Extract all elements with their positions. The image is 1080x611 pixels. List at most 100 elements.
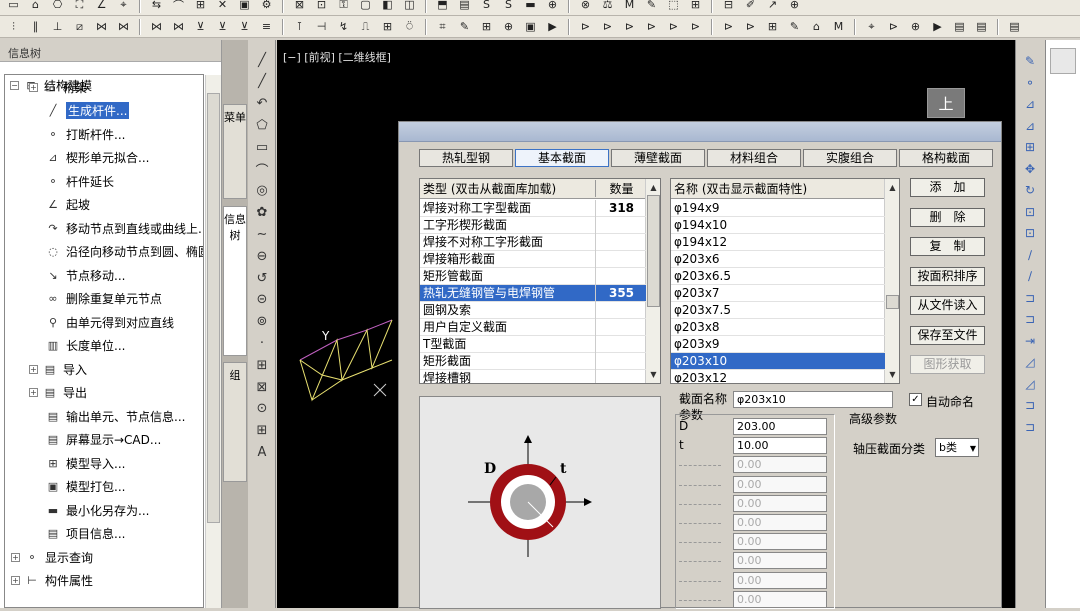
draw-tool-button[interactable]: · [252,333,272,353]
tree-item[interactable]: ▬ 最小化另存为... [45,499,150,521]
toolbar-row2-button-32[interactable]: ⊞ [763,18,782,35]
toolbar-row1-button-17[interactable]: ◫ [400,0,419,13]
type-list-row[interactable]: 矩形管截面 [420,267,646,285]
toolbar-row2-button-10[interactable]: ⊻ [235,18,254,35]
toolbar-row2-button-18[interactable]: ⌗ [433,18,452,35]
name-list-row[interactable]: φ203x6 [671,251,885,268]
draw-tool-button[interactable]: ∼ [252,224,272,244]
toolbar-row2-button-29[interactable]: ⊳ [686,18,705,35]
draw-tool-button[interactable]: ⌒ [252,159,272,179]
right-tool-button[interactable]: ⊐ [1020,418,1040,436]
toolbar-row1-button-4[interactable]: ∠ [92,0,111,13]
toolbar-row2-button-38[interactable]: ⊕ [906,18,925,35]
tree-item[interactable]: + ⊢ 构件属性 [11,570,93,592]
tree-scrollbar[interactable] [205,75,221,608]
toolbar-row2-button-11[interactable]: ≡ [257,18,276,35]
param-value-field[interactable]: 203.00 [733,418,827,435]
param-value-field[interactable]: 0.00 [733,571,827,589]
tree-item[interactable]: ▥ 长度单位... [45,335,126,357]
tree-item[interactable]: ⊿ 楔形单元拟合... [45,147,149,169]
toolbar-row1-button-15[interactable]: ▢ [356,0,375,13]
toolbar-row2-button-9[interactable]: ⊻ [213,18,232,35]
name-list-row[interactable]: φ194x10 [671,217,885,234]
toolbar-row2-button-1[interactable]: ∥ [26,18,45,35]
toolbar-row1-button-31[interactable]: ✐ [741,0,760,13]
type-list-scrollbar[interactable]: ▲ ▼ [645,179,660,383]
toolbar-row2-button-12[interactable]: ⊺ [290,18,309,35]
tree-item[interactable]: ▤ 项目信息... [45,523,126,545]
tree-item[interactable]: + ⊡ 桁架 [29,76,87,98]
toolbar-row1-button-28[interactable]: ⬚ [664,0,683,13]
toolbar-row2-button-21[interactable]: ⊕ [499,18,518,35]
dialog-button-2[interactable]: 复 制 [910,237,985,256]
right-tool-button[interactable]: ⊿ [1020,117,1040,135]
draw-tool-button[interactable]: ⊞ [252,421,272,441]
draw-tool-button[interactable]: A [252,442,272,462]
expand-icon[interactable]: + [11,552,20,562]
name-column-header[interactable]: 名称 (双击显示截面特性) [671,180,807,197]
name-list-row[interactable]: φ203x7.5 [671,302,885,319]
toolbar-row1-button-11[interactable]: ⚙ [257,0,276,13]
scroll-up-icon[interactable]: ▲ [886,181,899,194]
tree-item[interactable]: ╱ 生成杆件... [45,100,130,122]
scroll-down-icon[interactable]: ▼ [647,368,660,381]
draw-tool-button[interactable]: ⊚ [252,312,272,332]
type-list-row[interactable]: 焊接对称工字型截面 318 [420,199,646,217]
dialog-button-0[interactable]: 添 加 [910,178,985,197]
draw-tool-button[interactable]: ⊝ [252,290,272,310]
right-tool-button[interactable]: ↻ [1020,181,1040,199]
name-list-row[interactable]: φ194x9 [671,200,885,217]
toolbar-row1-button-29[interactable]: ⊞ [686,0,705,13]
type-list-row[interactable]: 焊接不对称工字形截面 [420,233,646,251]
scrollbar-thumb[interactable] [207,93,220,523]
param-value-field[interactable]: 0.00 [733,590,827,608]
toolbar-row2-button-23[interactable]: ▶ [543,18,562,35]
scrollbar-thumb[interactable] [647,195,660,307]
toolbar-row1-button-23[interactable]: ⊕ [543,0,562,13]
dialog-button-3[interactable]: 按面积排序 [910,266,985,286]
draw-tool-button[interactable]: ◎ [252,181,272,201]
param-value-field[interactable]: 0.00 [733,552,827,570]
tree-item[interactable]: + ▤ 导入 [29,358,87,380]
viewport-label[interactable]: [−] [前视] [二维线框] [283,49,391,65]
toolbar-row2-button-8[interactable]: ⊻ [191,18,210,35]
toolbar-row1-button-12[interactable]: ⊠ [290,0,309,13]
toolbar-row1-button-22[interactable]: ▬ [521,0,540,13]
param-value-field[interactable]: 0.00 [733,494,827,512]
toolbar-row1-button-3[interactable]: ⛶ [70,0,89,13]
draw-tool-button[interactable]: ⊞ [252,355,272,375]
draw-tool-button[interactable]: ⊙ [252,399,272,419]
scroll-down-icon[interactable]: ▼ [886,368,899,381]
toolbar-row1-button-13[interactable]: ⊡ [312,0,331,13]
toolbar-row2-button-41[interactable]: ▤ [972,18,991,35]
tree-item[interactable]: + ⚬ 显示查询 [11,546,93,568]
toolbar-row1-button-32[interactable]: ↗ [763,0,782,13]
toolbar-row1-button-27[interactable]: ✎ [642,0,661,13]
toolbar-row2-button-20[interactable]: ⊞ [477,18,496,35]
panel-button[interactable] [1050,48,1076,74]
expand-icon[interactable]: + [29,364,38,374]
draw-tool-button[interactable]: ╱ [252,72,272,92]
name-list-row[interactable]: φ203x9 [671,336,885,353]
toolbar-row2-button-2[interactable]: ⊥ [48,18,67,35]
toolbar-row2-button-26[interactable]: ⊳ [620,18,639,35]
toolbar-row2-button-33[interactable]: ✎ [785,18,804,35]
param-value-field[interactable]: 0.00 [733,533,827,551]
toolbar-row2-button-28[interactable]: ⊳ [664,18,683,35]
expand-icon[interactable]: + [29,388,38,397]
tab-1[interactable]: 基本截面 [515,149,609,167]
name-list-row[interactable]: φ203x7 [671,285,885,302]
toolbar-row1-button-16[interactable]: ◧ [378,0,397,13]
viewcube[interactable]: 上 [927,88,965,118]
dialog-button-6[interactable]: 图形获取 [910,355,985,374]
scrollbar-thumb[interactable] [886,295,899,309]
type-list-row[interactable]: 用户自定义截面 [420,318,646,336]
section-type-list[interactable]: 类型 (双击从截面库加载) 数量 ▲ ▼ 焊接对称工字型截面 318 工字形楔形截面… [419,178,661,384]
dropdown-arrow-icon[interactable]: ▼ [970,440,976,457]
dialog-button-4[interactable]: 从文件读入 [910,296,985,315]
toolbar-row1-button-19[interactable]: ▤ [455,0,474,13]
toolbar-row1-button-8[interactable]: ⊞ [191,0,210,13]
toolbar-row2-button-14[interactable]: ↯ [334,18,353,35]
type-list-row[interactable]: 焊接槽钢 [420,369,646,383]
right-tool-button[interactable]: ⚬ [1020,74,1040,92]
